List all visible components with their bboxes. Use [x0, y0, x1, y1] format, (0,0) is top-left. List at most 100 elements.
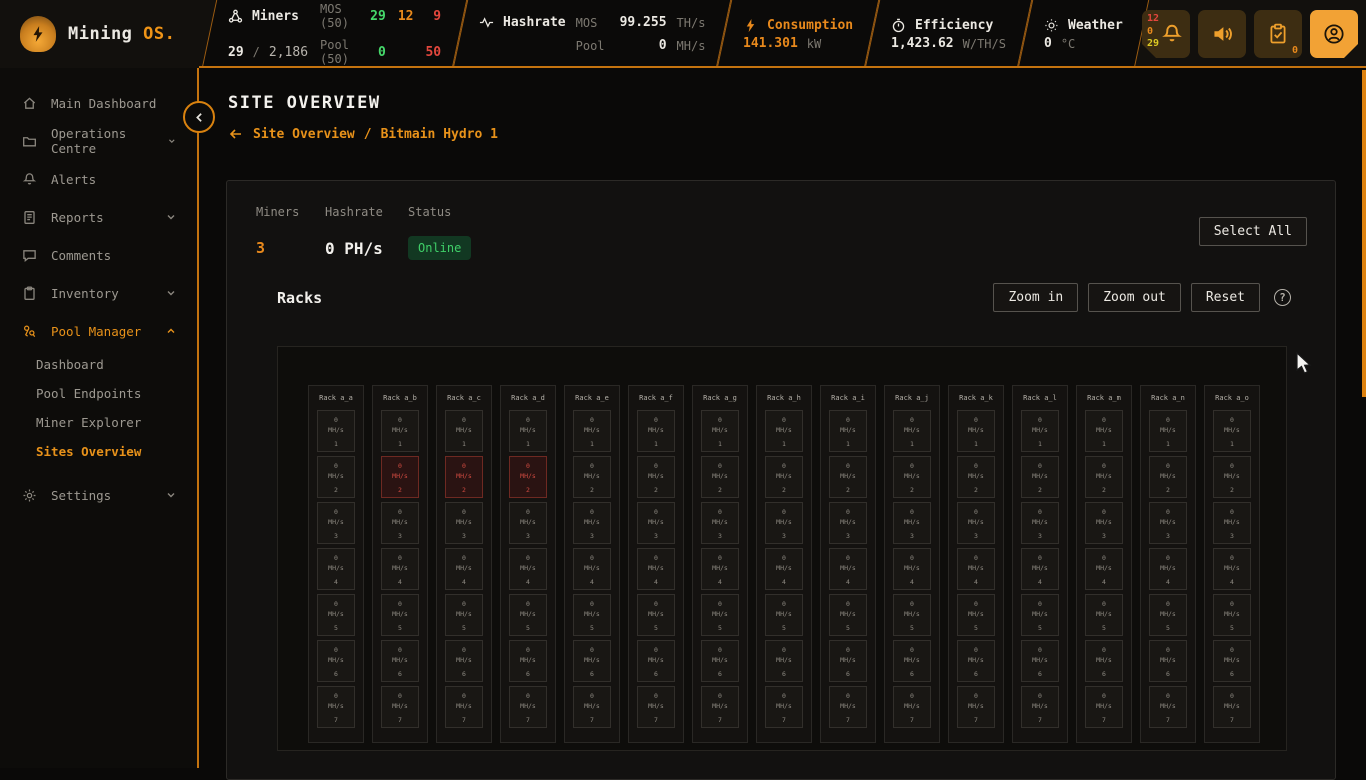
rack-slot[interactable]: 0MH/s6	[509, 640, 547, 682]
rack-slot[interactable]: 0MH/s7	[381, 686, 419, 728]
rack-slot[interactable]: 0MH/s4	[573, 548, 611, 590]
rack-slot[interactable]: 0MH/s2	[637, 456, 675, 498]
rack-slot[interactable]: 0MH/s5	[637, 594, 675, 636]
rack-slot[interactable]: 0MH/s4	[1021, 548, 1059, 590]
sidebar-subitem-pool-endpoints[interactable]: Pool Endpoints	[0, 379, 197, 408]
profile-button[interactable]	[1310, 10, 1358, 58]
sidebar-subitem-sites-overview[interactable]: Sites Overview	[0, 437, 197, 466]
rack-slot[interactable]: 0MH/s4	[829, 548, 867, 590]
rack-slot[interactable]: 0MH/s3	[893, 502, 931, 544]
sidebar-subitem-miner-explorer[interactable]: Miner Explorer	[0, 408, 197, 437]
zoom-in-button[interactable]: Zoom in	[993, 283, 1078, 312]
rack-slot[interactable]: 0MH/s6	[445, 640, 483, 682]
rack-slot[interactable]: 0MH/s5	[381, 594, 419, 636]
rack-slot[interactable]: 0MH/s6	[1149, 640, 1187, 682]
rack-viewport[interactable]: Rack a_a0MH/s10MH/s20MH/s30MH/s40MH/s50M…	[277, 346, 1287, 751]
rack-slot[interactable]: 0MH/s3	[957, 502, 995, 544]
sidebar-item-comments[interactable]: Comments	[0, 236, 197, 274]
rack-slot[interactable]: 0MH/s1	[509, 410, 547, 452]
rack-slot[interactable]: 0MH/s7	[1149, 686, 1187, 728]
rack-slot[interactable]: 0MH/s7	[573, 686, 611, 728]
rack-slot[interactable]: 0MH/s3	[445, 502, 483, 544]
rack-slot[interactable]: 0MH/s2	[1149, 456, 1187, 498]
rack-slot[interactable]: 0MH/s7	[957, 686, 995, 728]
rack-slot[interactable]: 0MH/s1	[317, 410, 355, 452]
rack-slot[interactable]: 0MH/s5	[317, 594, 355, 636]
rack-slot[interactable]: 0MH/s7	[1213, 686, 1251, 728]
rack-slot[interactable]: 0MH/s2	[1213, 456, 1251, 498]
rack-slot[interactable]: 0MH/s7	[829, 686, 867, 728]
rack-slot[interactable]: 0MH/s7	[637, 686, 675, 728]
rack-slot[interactable]: 0MH/s1	[1149, 410, 1187, 452]
sidebar-item-operations-centre[interactable]: Operations Centre	[0, 122, 197, 160]
rack-slot[interactable]: 0MH/s4	[957, 548, 995, 590]
rack-slot[interactable]: 0MH/s4	[445, 548, 483, 590]
announcements-button[interactable]	[1198, 10, 1246, 58]
rack-slot[interactable]: 0MH/s4	[637, 548, 675, 590]
rack-slot[interactable]: 0MH/s4	[701, 548, 739, 590]
rack-slot[interactable]: 0MH/s1	[381, 410, 419, 452]
rack-slot[interactable]: 0MH/s5	[893, 594, 931, 636]
rack-slot[interactable]: 0MH/s2	[445, 456, 483, 498]
rack-slot[interactable]: 0MH/s6	[573, 640, 611, 682]
breadcrumb[interactable]: Site Overview / Bitmain Hydro 1	[228, 126, 498, 142]
sidebar-item-alerts[interactable]: Alerts	[0, 160, 197, 198]
help-icon[interactable]: ?	[1274, 289, 1291, 306]
rack-slot[interactable]: 0MH/s7	[445, 686, 483, 728]
rack-slot[interactable]: 0MH/s7	[509, 686, 547, 728]
rack-slot[interactable]: 0MH/s6	[381, 640, 419, 682]
rack-slot[interactable]: 0MH/s2	[893, 456, 931, 498]
rack-slot[interactable]: 0MH/s5	[829, 594, 867, 636]
rack-slot[interactable]: 0MH/s4	[509, 548, 547, 590]
select-all-button[interactable]: Select All	[1199, 217, 1307, 246]
rack-slot[interactable]: 0MH/s4	[1213, 548, 1251, 590]
rack-slot[interactable]: 0MH/s4	[1149, 548, 1187, 590]
rack-slot[interactable]: 0MH/s3	[765, 502, 803, 544]
rack-slot[interactable]: 0MH/s5	[573, 594, 611, 636]
tasks-button[interactable]: 0	[1254, 10, 1302, 58]
sidebar-subitem-dashboard[interactable]: Dashboard	[0, 350, 197, 379]
rack-slot[interactable]: 0MH/s1	[893, 410, 931, 452]
rack-slot[interactable]: 0MH/s5	[445, 594, 483, 636]
rack-slot[interactable]: 0MH/s4	[381, 548, 419, 590]
rack-slot[interactable]: 0MH/s1	[701, 410, 739, 452]
sidebar-item-settings[interactable]: Settings	[0, 476, 197, 514]
rack-slot[interactable]: 0MH/s6	[637, 640, 675, 682]
rack-slot[interactable]: 0MH/s3	[317, 502, 355, 544]
rack-slot[interactable]: 0MH/s2	[829, 456, 867, 498]
rack-slot[interactable]: 0MH/s5	[509, 594, 547, 636]
rack-slot[interactable]: 0MH/s6	[765, 640, 803, 682]
rack-slot[interactable]: 0MH/s2	[509, 456, 547, 498]
rack-slot[interactable]: 0MH/s6	[701, 640, 739, 682]
rack-slot[interactable]: 0MH/s3	[573, 502, 611, 544]
rack-slot[interactable]: 0MH/s7	[701, 686, 739, 728]
rack-slot[interactable]: 0MH/s7	[893, 686, 931, 728]
rack-slot[interactable]: 0MH/s1	[1021, 410, 1059, 452]
rack-slot[interactable]: 0MH/s1	[829, 410, 867, 452]
rack-slot[interactable]: 0MH/s2	[701, 456, 739, 498]
rack-slot[interactable]: 0MH/s3	[381, 502, 419, 544]
sidebar-item-main-dashboard[interactable]: Main Dashboard	[0, 84, 197, 122]
rack-slot[interactable]: 0MH/s2	[765, 456, 803, 498]
rack-slot[interactable]: 0MH/s6	[893, 640, 931, 682]
rack-slot[interactable]: 0MH/s1	[1085, 410, 1123, 452]
vertical-scrollbar-thumb[interactable]	[1362, 70, 1366, 397]
rack-slot[interactable]: 0MH/s6	[1213, 640, 1251, 682]
rack-slot[interactable]: 0MH/s5	[957, 594, 995, 636]
rack-slot[interactable]: 0MH/s3	[1085, 502, 1123, 544]
rack-slot[interactable]: 0MH/s7	[765, 686, 803, 728]
sidebar-item-pool-manager[interactable]: Pool Manager	[0, 312, 197, 350]
rack-slot[interactable]: 0MH/s4	[893, 548, 931, 590]
rack-slot[interactable]: 0MH/s1	[765, 410, 803, 452]
notifications-button[interactable]: 12 0 29	[1142, 10, 1190, 58]
rack-slot[interactable]: 0MH/s2	[957, 456, 995, 498]
rack-slot[interactable]: 0MH/s7	[1085, 686, 1123, 728]
reset-button[interactable]: Reset	[1191, 283, 1260, 312]
rack-slot[interactable]: 0MH/s4	[1085, 548, 1123, 590]
rack-slot[interactable]: 0MH/s1	[1213, 410, 1251, 452]
breadcrumb-root[interactable]: Site Overview	[253, 127, 355, 142]
rack-slot[interactable]: 0MH/s5	[701, 594, 739, 636]
rack-slot[interactable]: 0MH/s4	[765, 548, 803, 590]
rack-slot[interactable]: 0MH/s2	[381, 456, 419, 498]
rack-slot[interactable]: 0MH/s3	[701, 502, 739, 544]
